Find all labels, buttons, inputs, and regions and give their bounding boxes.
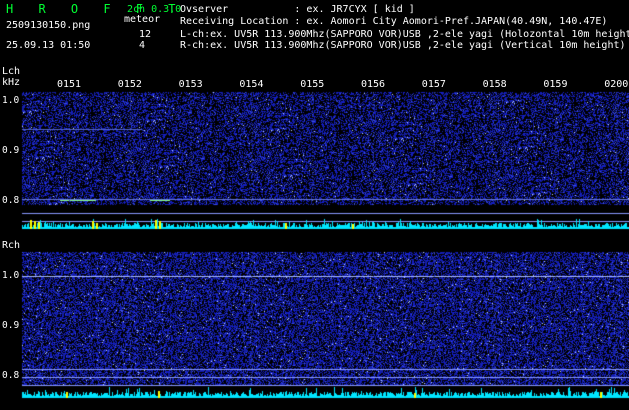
rch-info: R-ch:ex. UV5R 113.900Mhz(SAPPORO VOR)USB… (180, 40, 626, 51)
time-tick-label: 0157 (421, 79, 446, 90)
rch-ytick: 0.9 (2, 320, 20, 331)
time-tick-label: 0159 (543, 79, 568, 90)
time-tick-label: 0155 (300, 79, 325, 90)
lch-info: L-ch:ex. UV5R 113.900Mhz(SAPPORO VOR)USB… (180, 29, 629, 40)
lch-ytick: 0.9 (2, 145, 20, 156)
rch-meteor-count: 4 (139, 40, 146, 51)
datetime-label: 25.09.13 01:50 (6, 40, 91, 51)
time-tick-label: 0154 (239, 79, 264, 90)
time-tick-label: 0158 (482, 79, 507, 90)
time-tick-label: 0156 (361, 79, 386, 90)
lch-ytick: 0.8 (2, 195, 20, 206)
time-tick-label: 0153 (178, 79, 203, 90)
time-tick-label: 0200 (604, 79, 629, 90)
time-tick-label: 0152 (117, 79, 142, 90)
rch-label: Rch (2, 240, 21, 251)
lch-meteor-count: 12 (139, 29, 152, 40)
lch-unit: kHz (2, 77, 21, 88)
location-info: Receiving Location : ex. Aomori City Aom… (180, 16, 608, 27)
lch-label: Lch (2, 66, 21, 77)
time-tick-label: 0151 (57, 79, 82, 90)
filename-label: 2509130150.png (6, 20, 91, 31)
rch-ytick: 1.0 (2, 270, 20, 281)
meteor-label: meteor (124, 14, 161, 25)
rch-ytick: 0.8 (2, 370, 20, 381)
spectrogram-canvas (0, 0, 629, 410)
lch-ytick: 1.0 (2, 95, 20, 106)
observer-info: Ovserver : ex. JR7CYX [ kid ] (180, 4, 415, 15)
